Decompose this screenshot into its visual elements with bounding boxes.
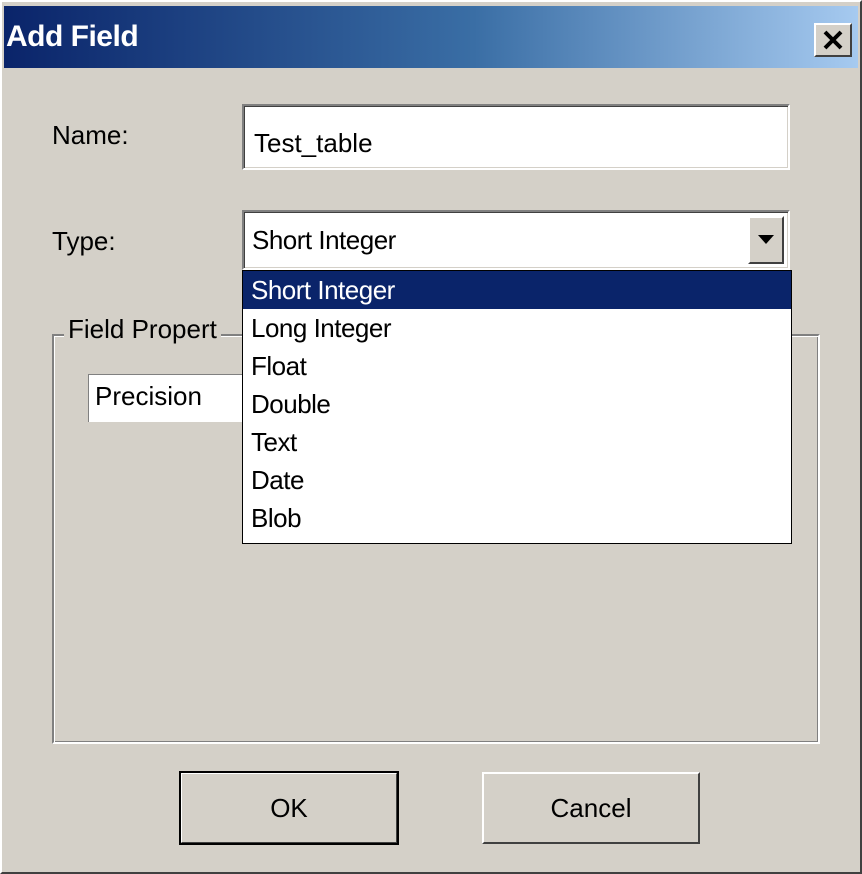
type-option[interactable]: Double (243, 385, 791, 423)
type-option[interactable]: Float (243, 347, 791, 385)
name-input[interactable] (242, 104, 790, 170)
cancel-button[interactable]: Cancel (482, 772, 700, 844)
add-field-dialog: Add Field Name: Type: Short Integer Fiel… (0, 0, 862, 874)
window-title: Add Field (6, 20, 139, 53)
type-option[interactable]: Short Integer (243, 271, 791, 309)
precision-property-label[interactable]: Precision (88, 374, 248, 422)
close-icon (823, 30, 843, 50)
name-label: Name: (52, 120, 129, 150)
type-label: Type: (52, 226, 116, 256)
field-properties-legend: Field Propert (64, 314, 221, 345)
dropdown-button[interactable] (748, 216, 784, 264)
type-option[interactable]: Date (243, 461, 791, 499)
title-bar[interactable]: Add Field (4, 6, 858, 68)
type-selected-value: Short Integer (252, 225, 396, 255)
type-select[interactable]: Short Integer (242, 210, 790, 270)
type-option[interactable]: Long Integer (243, 309, 791, 347)
type-option[interactable]: Blob (243, 499, 791, 537)
ok-button[interactable]: OK (179, 771, 399, 845)
type-dropdown-list: Short Integer Long Integer Float Double Text… (242, 270, 792, 544)
close-button[interactable] (814, 23, 852, 57)
chevron-down-icon (758, 235, 774, 244)
type-option[interactable]: Text (243, 423, 791, 461)
